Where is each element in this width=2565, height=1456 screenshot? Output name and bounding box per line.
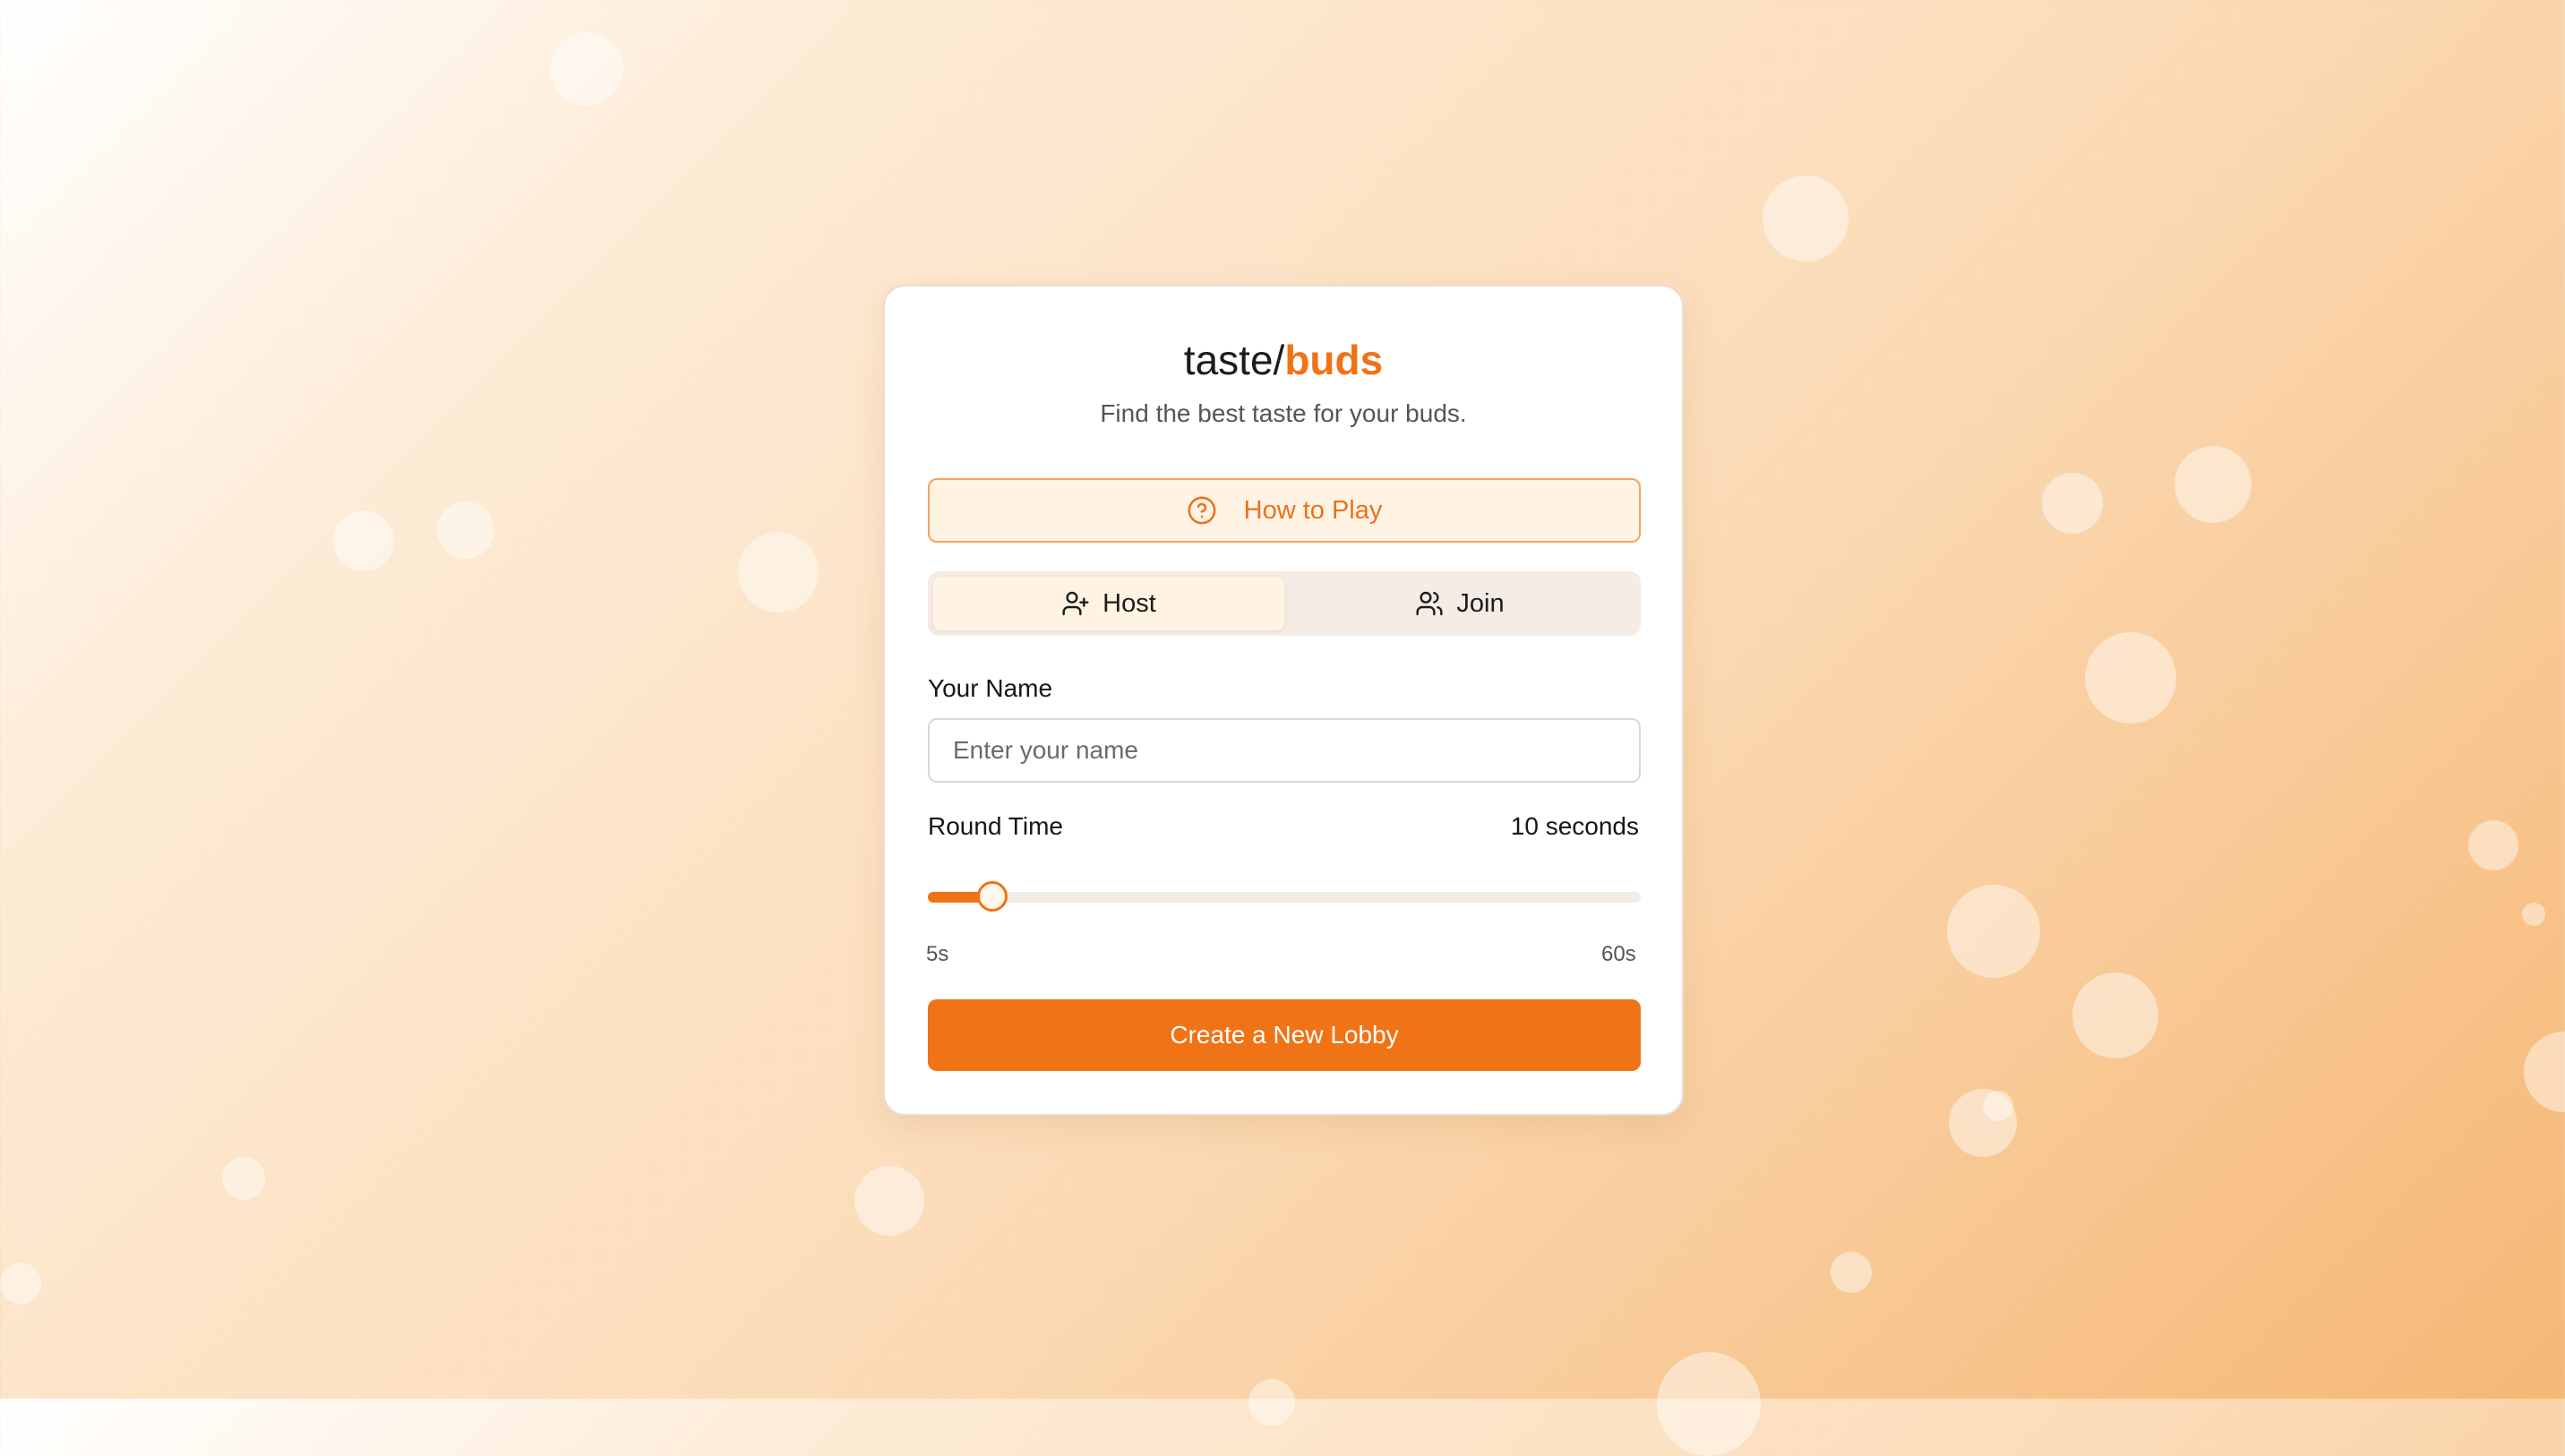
background-bubble <box>2468 820 2518 870</box>
background-bubble <box>2085 632 2176 724</box>
background-bubble <box>1983 1091 2013 1121</box>
round-time-slider[interactable] <box>928 881 1641 912</box>
help-circle-icon <box>1187 495 1217 526</box>
background-bubble <box>738 532 819 612</box>
background-bubble <box>2072 972 2158 1058</box>
slider-thumb[interactable] <box>977 881 1008 912</box>
background-bubble <box>1947 885 2040 978</box>
how-to-play-label: How to Play <box>1243 495 1383 525</box>
mode-tabs: Host Join <box>928 571 1641 636</box>
app-title-accent: buds <box>1284 337 1384 383</box>
background-bubble <box>222 1157 265 1200</box>
background-bubble <box>2522 903 2545 926</box>
app-subtitle: Find the best taste for your buds. <box>1100 399 1467 427</box>
background-bubble <box>2042 473 2103 534</box>
tab-join-label: Join <box>1456 588 1505 618</box>
app-title: taste/buds <box>885 335 1682 385</box>
tab-join[interactable]: Join <box>1284 577 1635 630</box>
name-field-label: Your Name <box>928 674 1053 702</box>
tab-host[interactable]: Host <box>933 577 1284 630</box>
name-input[interactable] <box>928 718 1641 783</box>
app-title-prefix: taste/ <box>1183 337 1285 383</box>
tab-host-label: Host <box>1102 588 1156 618</box>
background-bubble <box>2524 1032 2565 1112</box>
lobby-card: taste/buds Find the best taste for your … <box>883 285 1684 1116</box>
background-bubble <box>437 501 494 559</box>
background-bubble <box>1831 1252 1872 1293</box>
background-bubble <box>1248 1379 1295 1426</box>
slider-max-label: 60s <box>1601 942 1636 966</box>
background-bubble <box>854 1166 924 1236</box>
slider-min-label: 5s <box>926 942 949 966</box>
how-to-play-button[interactable]: How to Play <box>928 478 1641 543</box>
background-bubble <box>333 510 394 571</box>
round-time-label: Round Time <box>928 812 1063 840</box>
background-bubble <box>1657 1352 1761 1456</box>
background-bubble <box>2175 446 2252 523</box>
background-bubble <box>550 32 623 106</box>
round-time-value: 10 seconds <box>1510 812 1639 840</box>
user-plus-icon <box>1061 589 1090 618</box>
users-icon <box>1415 589 1444 618</box>
create-lobby-button[interactable]: Create a New Lobby <box>928 999 1641 1071</box>
background-bubble <box>1763 176 1849 261</box>
background-bubble <box>0 1263 41 1304</box>
